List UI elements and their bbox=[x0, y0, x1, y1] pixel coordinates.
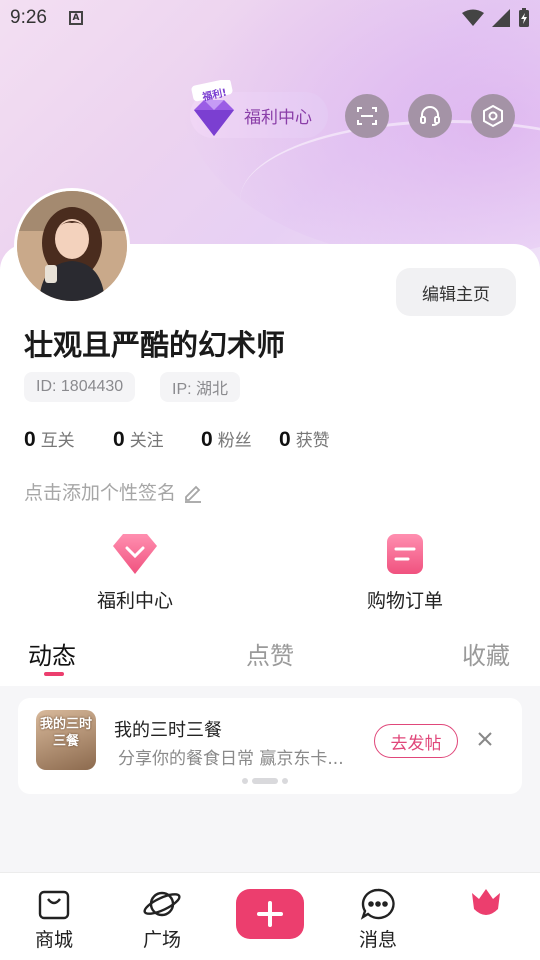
status-time: 9:26 bbox=[10, 7, 47, 28]
stat-value: 0 bbox=[279, 428, 291, 451]
avatar-illustration bbox=[17, 191, 127, 301]
tab-likes[interactable]: 点赞 bbox=[246, 636, 294, 671]
carousel-dots bbox=[242, 778, 288, 784]
edit-profile-button[interactable]: 编辑主页 bbox=[396, 268, 516, 316]
nav-messages[interactable]: 消息 bbox=[338, 887, 418, 952]
scan-button[interactable] bbox=[345, 94, 389, 138]
ip-location-tag: IP: 湖北 bbox=[160, 372, 241, 402]
close-icon[interactable] bbox=[474, 728, 496, 750]
status-bar: 9:26 A bbox=[0, 0, 540, 36]
nav-mall[interactable]: 商城 bbox=[14, 887, 94, 952]
welfare-center-pill[interactable]: 福利! 福利中心 bbox=[190, 80, 328, 138]
go-post-button[interactable]: 去发帖 bbox=[374, 724, 458, 758]
bottom-navigation: 商城 广场 消息 bbox=[0, 872, 540, 960]
tulip-icon bbox=[472, 889, 500, 915]
status-icons bbox=[462, 8, 530, 28]
promo-description: 分享你的餐食日常 赢京东卡... bbox=[118, 749, 344, 769]
nav-me[interactable] bbox=[446, 887, 526, 921]
stat-label: 获赞 bbox=[295, 431, 330, 451]
tab-posts[interactable]: 动态 bbox=[28, 636, 76, 671]
promo-thumbnail: 我的三时三餐 bbox=[36, 710, 96, 770]
scan-icon bbox=[357, 107, 377, 125]
user-id-tag: ID: 1804430 bbox=[24, 372, 136, 402]
stat-followers[interactable]: 0 粉丝 bbox=[201, 426, 252, 452]
carousel-dot bbox=[242, 778, 248, 784]
nav-label: 广场 bbox=[142, 929, 181, 951]
battery-icon bbox=[519, 8, 529, 27]
signature-field[interactable]: 点击添加个性签名 bbox=[24, 478, 204, 505]
nickname: 壮观且严酷的幻术师 bbox=[24, 328, 286, 362]
diamond-icon bbox=[113, 534, 157, 574]
stat-value: 0 bbox=[201, 428, 213, 451]
wifi-icon bbox=[462, 9, 484, 26]
pencil-icon bbox=[185, 485, 202, 503]
stat-value: 0 bbox=[24, 428, 36, 451]
stat-mutual[interactable]: 0 互关 bbox=[24, 426, 75, 452]
stat-value: 0 bbox=[113, 428, 125, 451]
content-tabs: 动态 点赞 收藏 bbox=[0, 636, 540, 686]
message-icon bbox=[360, 888, 395, 920]
create-post-button[interactable] bbox=[236, 889, 304, 939]
quick-action-label: 福利中心 bbox=[96, 590, 173, 612]
welfare-pill-label: 福利中心 bbox=[244, 107, 312, 128]
stat-label: 互关 bbox=[40, 431, 75, 451]
plus-icon bbox=[257, 901, 283, 927]
order-icon bbox=[387, 534, 423, 574]
carousel-dot-active bbox=[252, 778, 278, 784]
nav-label: 商城 bbox=[34, 929, 73, 951]
signature-placeholder: 点击添加个性签名 bbox=[24, 482, 177, 504]
stat-likes[interactable]: 0 获赞 bbox=[279, 426, 330, 452]
quick-action-label: 购物订单 bbox=[366, 590, 443, 612]
planet-icon bbox=[143, 891, 181, 917]
promo-thumbnail-text: 我的三时三餐 bbox=[40, 717, 93, 749]
quick-action-orders[interactable]: 购物订单 bbox=[335, 532, 475, 613]
customer-service-button[interactable] bbox=[408, 94, 452, 138]
avatar[interactable] bbox=[14, 188, 130, 304]
quick-action-welfare[interactable]: 福利中心 bbox=[65, 532, 205, 613]
nav-square[interactable]: 广场 bbox=[122, 887, 202, 952]
signal-icon bbox=[492, 9, 510, 27]
stat-label: 关注 bbox=[129, 431, 164, 451]
promo-title: 我的三时三餐 bbox=[114, 720, 222, 741]
tab-favorites[interactable]: 收藏 bbox=[462, 636, 510, 671]
carousel-dot bbox=[282, 778, 288, 784]
notification-icon: A bbox=[68, 11, 83, 25]
settings-button[interactable] bbox=[471, 94, 515, 138]
shopping-bag-icon bbox=[38, 890, 70, 920]
stat-following[interactable]: 0 关注 bbox=[113, 426, 164, 452]
active-tab-indicator bbox=[44, 672, 64, 676]
headset-icon bbox=[420, 106, 440, 126]
settings-hex-icon bbox=[483, 104, 503, 128]
nav-label: 消息 bbox=[358, 929, 397, 951]
stat-label: 粉丝 bbox=[217, 431, 252, 451]
